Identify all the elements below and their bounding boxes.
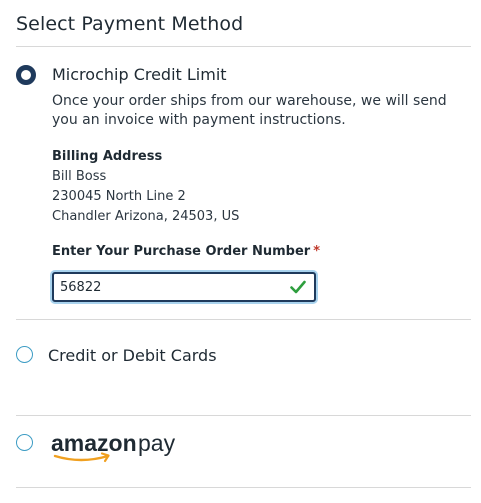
radio-amazon-pay[interactable] xyxy=(16,434,33,451)
po-number-field[interactable] xyxy=(52,272,316,302)
billing-address-line: Chandler Arizona, 24503, US xyxy=(52,209,240,224)
checkmark-icon xyxy=(290,280,306,294)
option-description: Once your order ships from our warehouse… xyxy=(52,93,447,128)
po-number-input[interactable] xyxy=(60,277,280,297)
amazon-pay-logo[interactable]: amazon pay xyxy=(51,430,181,464)
divider xyxy=(16,46,471,47)
option-label-microchip-credit-limit[interactable]: Microchip Credit Limit xyxy=(52,65,227,84)
billing-address-heading: Billing Address xyxy=(52,149,163,164)
billing-address-line: Bill Boss xyxy=(52,169,107,184)
billing-address-line: 230045 North Line 2 xyxy=(52,189,186,204)
divider xyxy=(16,319,471,320)
required-mark: * xyxy=(313,244,321,259)
option-label-credit-debit-cards[interactable]: Credit or Debit Cards xyxy=(48,346,217,365)
svg-text:pay: pay xyxy=(138,430,176,456)
po-number-label-text: Enter Your Purchase Order Number xyxy=(52,244,311,259)
divider xyxy=(16,487,471,488)
payment-method-panel: Select Payment Method Microchip Credit L… xyxy=(0,0,481,503)
radio-microchip-credit-limit[interactable] xyxy=(16,65,36,85)
radio-credit-debit-cards[interactable] xyxy=(16,346,33,363)
divider xyxy=(16,415,471,416)
po-number-label: Enter Your Purchase Order Number * xyxy=(52,244,320,259)
svg-text:amazon: amazon xyxy=(51,430,137,456)
section-title: Select Payment Method xyxy=(16,13,244,35)
